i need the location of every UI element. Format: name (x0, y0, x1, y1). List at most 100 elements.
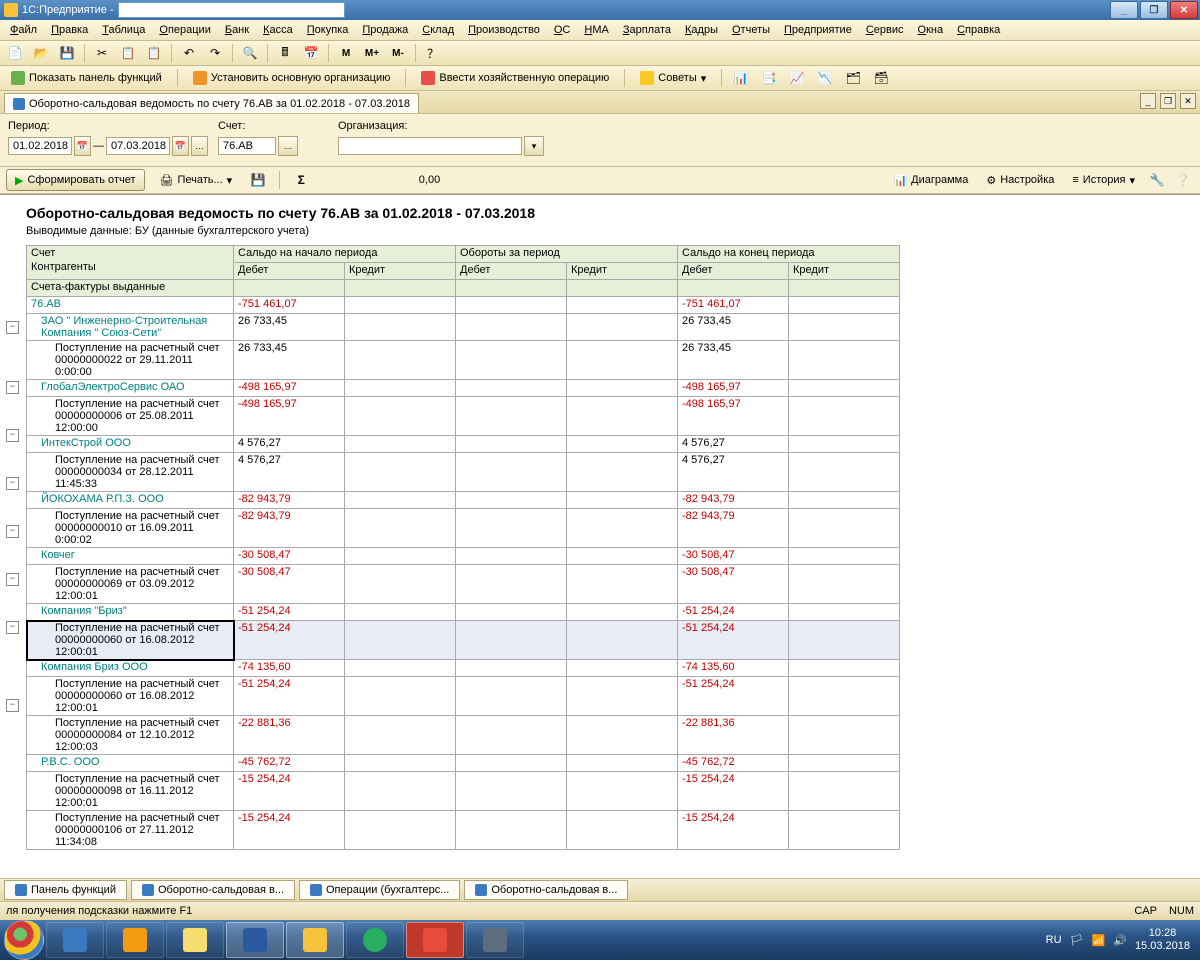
table-row[interactable]: Р.В.С. ООО-45 762,72-45 762,72 (27, 755, 900, 772)
menu-НМА[interactable]: НМА (578, 22, 614, 38)
paste-icon[interactable]: 📋 (143, 42, 165, 64)
col-start[interactable]: Сальдо на начало периода (234, 246, 456, 263)
menu-Окна[interactable]: Окна (912, 22, 950, 38)
menu-Отчеты[interactable]: Отчеты (726, 22, 776, 38)
doc-close-button[interactable]: ✕ (1180, 93, 1196, 109)
bottom-tab-1[interactable]: Оборотно-сальдовая в... (131, 880, 295, 900)
settings-button[interactable]: ⚙Настройка (979, 169, 1061, 191)
table-row[interactable]: Поступление на расчетный счет 0000000002… (27, 341, 900, 380)
doc-restore-button[interactable]: ❐ (1160, 93, 1176, 109)
table-row[interactable]: Поступление на расчетный счет 0000000010… (27, 811, 900, 850)
table-row[interactable]: ЗАО " Инженерно-Строительная Компания " … (27, 314, 900, 341)
bottom-tab-2[interactable]: Операции (бухгалтерс... (299, 880, 460, 900)
menu-Файл[interactable]: Файл (4, 22, 43, 38)
set-org-button[interactable]: Установить основную организацию (186, 67, 398, 89)
advice-button[interactable]: Советы▾ (633, 67, 713, 89)
table-row[interactable]: Поступление на расчетный счет 0000000001… (27, 509, 900, 548)
history-button[interactable]: ≡История▾ (1065, 169, 1142, 191)
form-report-button[interactable]: ▶Сформировать отчет (6, 169, 145, 191)
redo-icon[interactable]: ↷ (204, 42, 226, 64)
menu-Производство[interactable]: Производство (462, 22, 546, 38)
menu-Продажа[interactable]: Продажа (356, 22, 414, 38)
col-account[interactable]: СчетКонтрагенты (27, 246, 234, 280)
menu-Таблица[interactable]: Таблица (96, 22, 151, 38)
menu-Справка[interactable]: Справка (951, 22, 1006, 38)
tool-e-icon[interactable]: 🗂 (842, 67, 864, 89)
org-dropdown-button[interactable]: ▾ (524, 136, 544, 156)
table-row[interactable]: Поступление на расчетный счет 0000000006… (27, 565, 900, 604)
save-icon[interactable]: 💾 (56, 42, 78, 64)
col-end[interactable]: Сальдо на конец периода (678, 246, 900, 263)
system-tray[interactable]: RU 🏳 📶 🔊 10:2815.03.2018 (1046, 927, 1196, 953)
tray-clock[interactable]: 10:2815.03.2018 (1135, 927, 1190, 953)
help-icon[interactable]: ？ (422, 42, 444, 64)
tool-f-icon[interactable]: 🗃 (870, 67, 892, 89)
tree-toggle[interactable]: − (6, 381, 19, 394)
mminus-button[interactable]: M- (387, 42, 409, 64)
period-from-cal-button[interactable]: 📅 (74, 136, 91, 156)
tray-net-icon[interactable]: 📶 (1092, 934, 1106, 947)
tree-toggle[interactable]: − (6, 429, 19, 442)
new-icon[interactable]: 📄 (4, 42, 26, 64)
table-row[interactable]: Компания Бриз ООО-74 135,60-74 135,60 (27, 660, 900, 677)
task-green[interactable] (346, 922, 404, 958)
table-row[interactable]: Поступление на расчетный счет 0000000003… (27, 453, 900, 492)
account-input[interactable]: 76.АВ (218, 137, 276, 155)
table-row[interactable]: Ковчег-30 508,47-30 508,47 (27, 548, 900, 565)
menu-Сервис[interactable]: Сервис (860, 22, 910, 38)
calendar-icon[interactable]: 📅 (300, 42, 322, 64)
task-word[interactable] (226, 922, 284, 958)
menu-Предприятие[interactable]: Предприятие (778, 22, 858, 38)
task-1c[interactable] (286, 922, 344, 958)
tray-vol-icon[interactable]: 🔊 (1113, 934, 1127, 947)
undo-icon[interactable]: ↶ (178, 42, 200, 64)
calc-icon[interactable]: 🖩 (274, 42, 296, 64)
menu-Склад[interactable]: Склад (416, 22, 460, 38)
opt-b-icon[interactable]: ❔ (1172, 169, 1194, 191)
tray-lang[interactable]: RU (1046, 934, 1062, 946)
tree-toggle[interactable]: − (6, 525, 19, 538)
table-row[interactable]: 76.АВ-751 461,07-751 461,07 (27, 297, 900, 314)
table-row[interactable]: Компания "Бриз"-51 254,24-51 254,24 (27, 604, 900, 621)
open-icon[interactable]: 📂 (30, 42, 52, 64)
find-icon[interactable]: 🔍 (239, 42, 261, 64)
tool-a-icon[interactable]: 📊 (730, 67, 752, 89)
period-to-cal-button[interactable]: 📅 (172, 136, 189, 156)
document-tab[interactable]: Оборотно-сальдовая ведомость по счету 76… (4, 93, 419, 113)
tree-toggle[interactable]: − (6, 699, 19, 712)
tree-toggle[interactable]: − (6, 573, 19, 586)
account-pick-button[interactable]: … (278, 136, 298, 156)
col-turnover[interactable]: Обороты за период (456, 246, 678, 263)
menu-Банк[interactable]: Банк (219, 22, 255, 38)
maximize-button[interactable]: ❐ (1140, 1, 1168, 19)
task-ie[interactable] (46, 922, 104, 958)
menu-Кадры[interactable]: Кадры (679, 22, 724, 38)
sum-icon[interactable]: Σ (290, 169, 312, 191)
bottom-tab-3[interactable]: Оборотно-сальдовая в... (464, 880, 628, 900)
cut-icon[interactable]: ✂ (91, 42, 113, 64)
task-explorer[interactable] (166, 922, 224, 958)
tree-toggle[interactable]: − (6, 621, 19, 634)
tree-toggle[interactable]: − (6, 321, 19, 334)
report-area[interactable]: −−−−−−−− Оборотно-сальдовая ведомость по… (0, 194, 1200, 878)
menu-Покупка[interactable]: Покупка (301, 22, 355, 38)
menu-Правка[interactable]: Правка (45, 22, 94, 38)
m-button[interactable]: M (335, 42, 357, 64)
table-row[interactable]: ГлобалЭлектроСервис ОАО-498 165,97-498 1… (27, 380, 900, 397)
period-to-input[interactable]: 07.03.2018 (106, 137, 170, 155)
show-panel-button[interactable]: Показать панель функций (4, 67, 169, 89)
title-edit[interactable] (118, 2, 345, 18)
table-row[interactable]: Поступление на расчетный счет 0000000009… (27, 772, 900, 811)
copy-icon[interactable]: 📋 (117, 42, 139, 64)
menu-Операции[interactable]: Операции (153, 22, 216, 38)
menu-Зарплата[interactable]: Зарплата (617, 22, 677, 38)
table-row[interactable]: Поступление на расчетный счет 0000000008… (27, 716, 900, 755)
org-input[interactable] (338, 137, 522, 155)
report-table[interactable]: СчетКонтрагенты Сальдо на начало периода… (26, 245, 900, 850)
period-from-input[interactable]: 01.02.2018 (8, 137, 72, 155)
table-row[interactable]: Поступление на расчетный счет 0000000000… (27, 397, 900, 436)
table-row[interactable]: ЙОКОХАМА Р.П.З. ООО-82 943,79-82 943,79 (27, 492, 900, 509)
task-opera[interactable] (406, 922, 464, 958)
table-row[interactable]: Поступление на расчетный счет 0000000006… (27, 621, 900, 660)
tree-toggle[interactable]: − (6, 477, 19, 490)
